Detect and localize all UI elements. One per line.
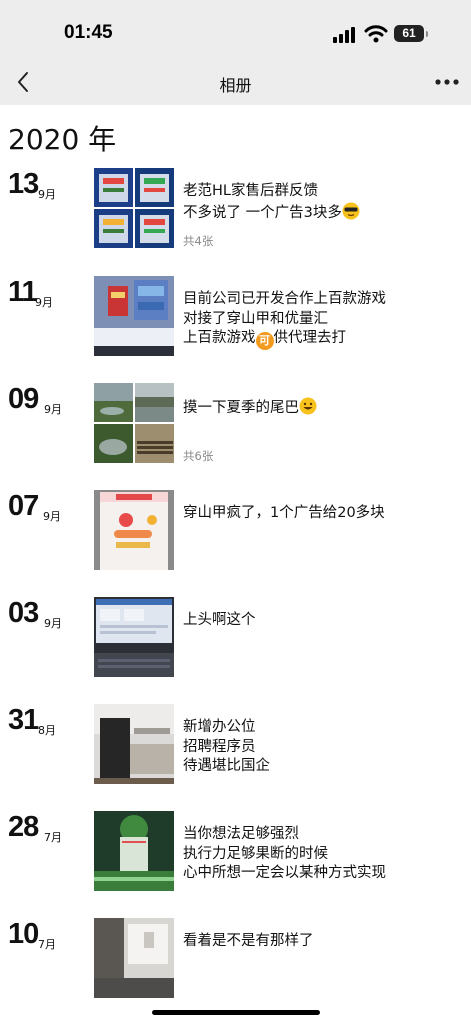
post-month: 9月 (44, 617, 62, 630)
post-caption: 上头啊这个 (183, 612, 256, 628)
post-month: 8月 (38, 724, 56, 737)
moment-post-09-sep[interactable]: 09 9月 摸一下夏季的尾巴 共6张 (0, 383, 471, 483)
sunglasses-emoji-icon (342, 202, 360, 219)
post-caption: 当你想法足够强烈 执行力足够果断的时候 心中所想一定会以某种方式实现 (183, 826, 386, 881)
ke-badge-emoji-icon: 可 (255, 332, 274, 350)
post-caption: 摸一下夏季的尾巴 (183, 397, 463, 419)
post-caption-text: 老范HL家售后群反馈 不多说了 一个广告3块多 (183, 183, 342, 221)
post-day: 11 (8, 276, 38, 308)
post-month: 7月 (38, 938, 56, 951)
post-thumbnail[interactable] (94, 811, 174, 891)
post-caption: 穿山甲疯了，1个广告给20多块 (183, 505, 385, 521)
post-day: 10 (8, 918, 39, 950)
moment-post-28-jul[interactable]: 28 7月 当你想法足够强烈 执行力足够果断的时候 心中所想一定会以某种方式实现 (0, 811, 471, 911)
post-thumbnail[interactable] (94, 704, 174, 784)
battery-icon: 61 (394, 25, 428, 42)
post-thumbnail[interactable] (94, 490, 174, 570)
status-bar: 01:45 61 (0, 0, 471, 60)
battery-level: 61 (402, 26, 416, 40)
post-month: 9月 (44, 403, 62, 416)
post-caption: 新增办公位 招聘程序员 待遇堪比国企 (183, 719, 270, 774)
moment-post-13-sep[interactable]: 13 9月 老范HL家售后群反馈 不多说了 一个广告3块多 共4张 (0, 168, 471, 268)
post-month: 7月 (44, 831, 62, 844)
post-day: 07 (8, 490, 39, 522)
moment-post-11-sep[interactable]: 11 9月 目前公司已开发合作上百款游戏 对接了穿山甲和优量汇 上百款游戏可供代… (0, 276, 471, 376)
post-thumbnail[interactable] (94, 597, 174, 677)
cellular-signal-icon (333, 27, 355, 43)
post-month: 9月 (35, 296, 53, 309)
post-caption: 看着是不是有那样了 (183, 933, 314, 949)
post-day: 13 (8, 168, 39, 200)
status-time: 01:45 (64, 22, 113, 43)
post-thumbnail-grid[interactable] (94, 168, 174, 248)
wifi-icon (364, 25, 388, 43)
home-indicator[interactable] (152, 1010, 320, 1015)
post-thumbnail-grid[interactable] (94, 383, 174, 463)
post-caption: 老范HL家售后群反馈 不多说了 一个广告3块多 (183, 182, 463, 223)
post-caption-text: 摸一下夏季的尾巴 (183, 400, 299, 416)
post-month: 9月 (43, 510, 61, 523)
nav-bar: 相册 (0, 60, 471, 105)
photo-count: 共4张 (183, 234, 214, 248)
photo-count: 共6张 (183, 449, 214, 463)
post-day: 28 (8, 811, 39, 843)
moment-post-03-sep[interactable]: 03 9月 上头啊这个 (0, 597, 471, 697)
post-day: 03 (8, 597, 39, 629)
moment-post-10-jul[interactable]: 10 7月 看着是不是有那样了 (0, 918, 471, 1018)
moment-post-31-aug[interactable]: 31 8月 新增办公位 招聘程序员 待遇堪比国企 (0, 704, 471, 804)
post-caption: 目前公司已开发合作上百款游戏 对接了穿山甲和优量汇 上百款游戏可供代理去打 (183, 290, 463, 350)
more-options-icon[interactable] (434, 73, 460, 91)
year-header: 2020 年 (8, 123, 117, 156)
post-day: 09 (8, 383, 39, 415)
moment-post-07-sep[interactable]: 07 9月 穿山甲疯了，1个广告给20多块 (0, 490, 471, 590)
post-month: 9月 (38, 188, 56, 201)
post-day: 31 (8, 704, 39, 736)
post-thumbnail[interactable] (94, 276, 174, 356)
page-title: 相册 (219, 76, 252, 95)
post-caption-tail: 供代理去打 (273, 330, 347, 346)
post-thumbnail[interactable] (94, 918, 174, 998)
grin-emoji-icon (299, 397, 317, 415)
